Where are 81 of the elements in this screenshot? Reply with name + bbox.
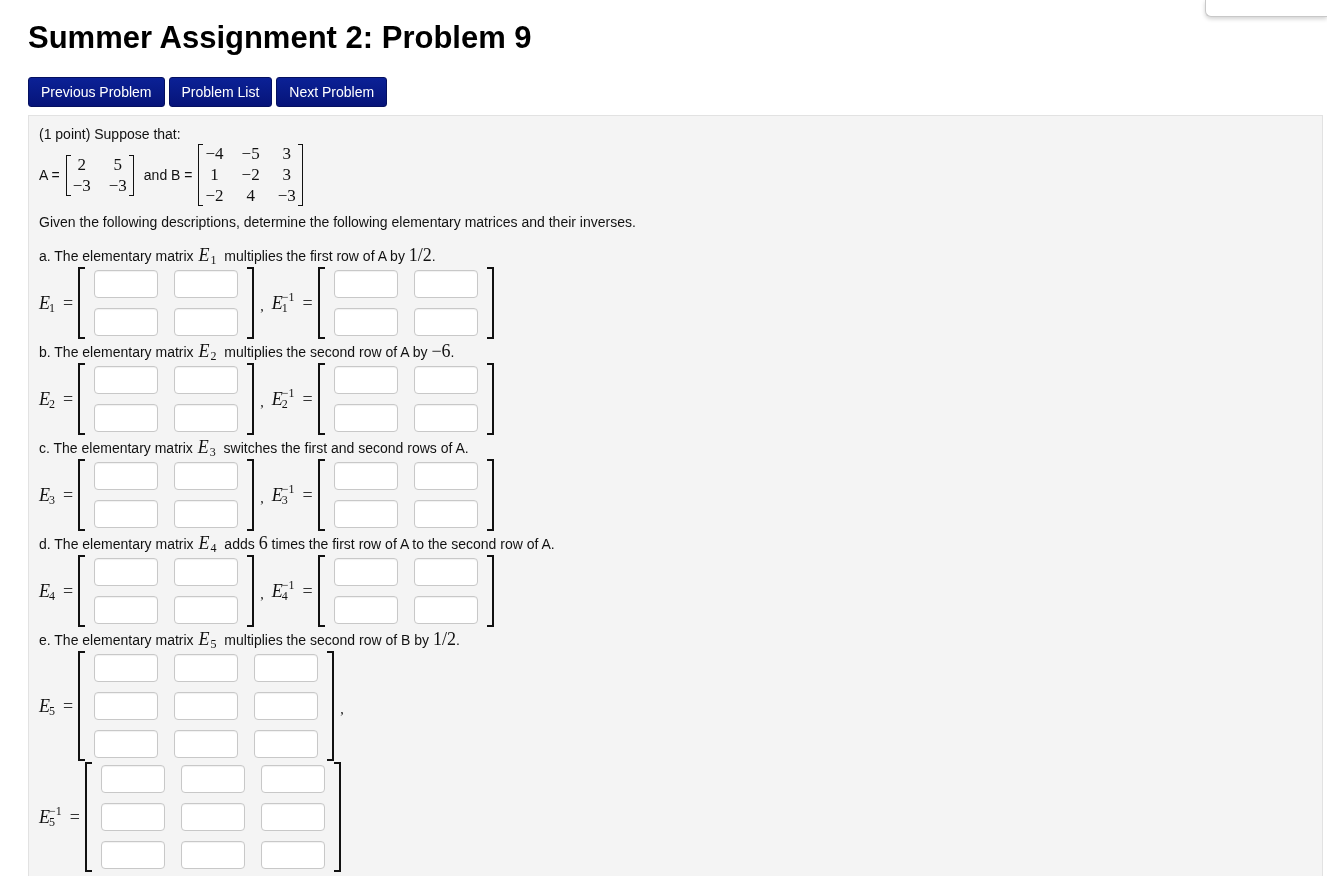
matrix-entry: 1 [209, 166, 220, 184]
nav-button[interactable]: Next Problem [276, 77, 388, 107]
matrix-entry: −3 [276, 187, 297, 205]
answer-box[interactable] [413, 366, 478, 394]
page-title: Summer Assignment 2: Problem 9 [28, 20, 533, 56]
part-prompt: d. The elementary matrix E$_{4}$ adds 6 times the first row of A to the second row of A. [39, 534, 556, 554]
answer-box[interactable] [94, 596, 159, 624]
matrix-entry: −2 [204, 187, 225, 205]
answer-box[interactable] [333, 308, 398, 336]
comma: , [260, 587, 264, 603]
answer-box[interactable] [174, 654, 239, 682]
nav-button[interactable]: Problem List [168, 77, 273, 107]
answer-box[interactable] [94, 308, 159, 336]
answer-box[interactable] [333, 462, 398, 490]
problem-intro: (1 point) Suppose that: [39, 125, 182, 144]
answer-box[interactable] [94, 500, 159, 528]
comma: , [260, 395, 264, 411]
answer-box[interactable] [174, 500, 239, 528]
matrix-entry: −3 [107, 176, 128, 195]
answer-box[interactable] [180, 803, 245, 831]
answer-box[interactable] [413, 270, 478, 298]
matrix-entry: −4 [204, 145, 225, 163]
comma: , [260, 491, 264, 507]
answer-box[interactable] [260, 803, 325, 831]
answer-box[interactable] [174, 404, 239, 432]
comma: , [260, 299, 264, 315]
answer-box[interactable] [254, 654, 319, 682]
answer-box[interactable] [333, 500, 398, 528]
answer-box[interactable] [333, 404, 398, 432]
answer-box[interactable] [94, 558, 159, 586]
nav-button[interactable]: Previous Problem [28, 77, 165, 107]
answer-box[interactable] [180, 841, 245, 869]
part-prompt: a. The elementary matrix E$_{1}$ multiplies the first row of A by 1/2. [39, 246, 437, 266]
answer-box[interactable] [100, 765, 165, 793]
instructions: Given the following descriptions, determine the following elementary matrices and their inverses. [39, 213, 637, 232]
answer-box[interactable] [333, 558, 398, 586]
answer-box[interactable] [174, 558, 239, 586]
comma: , [340, 702, 344, 718]
answer-box[interactable] [174, 596, 239, 624]
answer-box[interactable] [94, 462, 159, 490]
matrix-entry: −3 [71, 176, 92, 195]
matrix-entry: 3 [281, 145, 292, 163]
answer-box[interactable] [413, 308, 478, 336]
answer-box[interactable] [94, 730, 159, 758]
answer-box[interactable] [180, 765, 245, 793]
answer-box[interactable] [94, 404, 159, 432]
matrix-label: and B = [143, 167, 193, 183]
answer-box[interactable] [413, 558, 478, 586]
answer-box[interactable] [94, 366, 159, 394]
answer-box[interactable] [94, 270, 159, 298]
answer-box[interactable] [413, 404, 478, 432]
answer-box[interactable] [413, 500, 478, 528]
matrix-entry: −5 [240, 145, 261, 163]
answer-box[interactable] [333, 596, 398, 624]
matrix-entry: 2 [76, 155, 87, 174]
answer-box[interactable] [174, 270, 239, 298]
answer-box[interactable] [100, 841, 165, 869]
answer-box[interactable] [260, 841, 325, 869]
answer-box[interactable] [174, 692, 239, 720]
answer-box[interactable] [333, 270, 398, 298]
answer-box[interactable] [94, 654, 159, 682]
matrix-entry: −2 [240, 166, 261, 184]
part-prompt: c. The elementary matrix E$_{3}$ switches the first and second rows of A. [39, 438, 470, 458]
answer-box[interactable] [333, 366, 398, 394]
matrix-entry: 4 [245, 187, 256, 205]
matrix-entry: 3 [281, 166, 292, 184]
answer-box[interactable] [174, 308, 239, 336]
matrix-label: A = [39, 167, 60, 183]
answer-box[interactable] [174, 366, 239, 394]
answer-box[interactable] [254, 730, 319, 758]
answer-box[interactable] [413, 462, 478, 490]
part-prompt: b. The elementary matrix E$_{2}$ multiplies the second row of A by −6. [39, 342, 456, 362]
answer-box[interactable] [254, 692, 319, 720]
answer-box[interactable] [94, 692, 159, 720]
answer-box[interactable] [174, 730, 239, 758]
answer-box[interactable] [260, 765, 325, 793]
part-prompt: e. The elementary matrix E$_{5}$ multiplies the second row of B by 1/2. [39, 630, 461, 650]
answer-box[interactable] [413, 596, 478, 624]
matrix-entry: 5 [112, 155, 124, 174]
answer-box[interactable] [174, 462, 239, 490]
answer-box[interactable] [100, 803, 165, 831]
